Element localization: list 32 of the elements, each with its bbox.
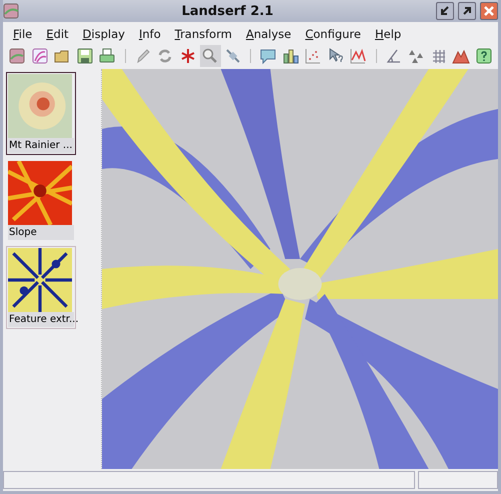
scatter-plot-icon	[304, 47, 322, 65]
close-button[interactable]	[480, 2, 498, 20]
minimize-button[interactable]	[436, 2, 454, 20]
map-icon	[8, 47, 26, 65]
line-chart-icon	[349, 47, 368, 65]
layer-thumbnail[interactable]: Mt Rainier ...	[6, 72, 76, 155]
app-icon	[3, 3, 19, 19]
new-map-icon	[30, 47, 49, 65]
help-icon	[474, 47, 493, 65]
angle-icon	[384, 47, 403, 65]
menu-item[interactable]: Info	[132, 26, 169, 42]
search-icon	[201, 47, 220, 65]
menu-item[interactable]: Configure	[299, 26, 369, 42]
layer-label: Slope	[8, 225, 74, 240]
maximize-button[interactable]	[458, 2, 476, 20]
save-icon	[76, 47, 94, 65]
toolbar-button[interactable]	[200, 45, 221, 67]
bar-chart-icon	[282, 47, 300, 65]
menu-item[interactable]: Edit	[40, 26, 77, 42]
layer-thumbnail[interactable]: Slope	[6, 159, 76, 242]
print-icon	[98, 47, 116, 65]
menu-item[interactable]: Analyse	[240, 26, 300, 42]
speech-bubble-icon	[259, 47, 278, 65]
menu-item[interactable]: Display	[76, 26, 133, 42]
menu-item[interactable]: File	[7, 26, 40, 42]
layer-label: Mt Rainier ...	[8, 138, 74, 153]
layer-thumbnail[interactable]: Feature extr...	[6, 246, 76, 329]
menu-item[interactable]: Transform	[168, 26, 240, 42]
pan-icon	[224, 47, 242, 65]
cursor-question-icon	[326, 47, 345, 65]
window-title: Landserf 2.1	[180, 4, 274, 18]
menu-item[interactable]: Help	[368, 26, 410, 42]
